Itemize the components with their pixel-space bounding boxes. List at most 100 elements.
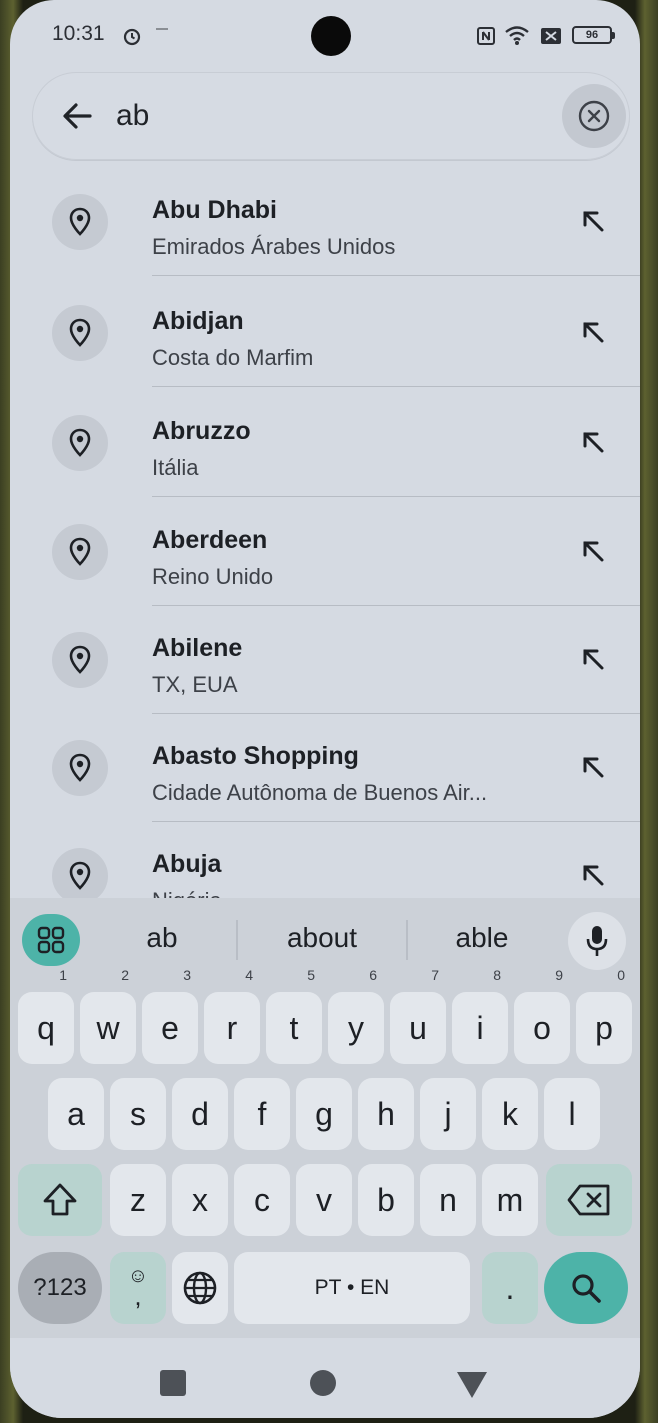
dash-icon — [156, 28, 168, 30]
fill-query-arrow-icon[interactable] — [578, 427, 608, 457]
key-v[interactable]: v — [296, 1164, 352, 1236]
period-key[interactable]: . — [482, 1252, 538, 1324]
place-subtitle: Emirados Árabes Unidos — [152, 234, 396, 259]
divider — [236, 920, 238, 960]
place-subtitle: Itália — [152, 455, 199, 480]
key-r[interactable]: r4 — [204, 968, 260, 1064]
close-circle-icon — [578, 100, 610, 132]
fill-query-arrow-icon[interactable] — [578, 206, 608, 236]
suggestion-word[interactable]: ab — [82, 922, 242, 954]
key-p[interactable]: p0 — [576, 968, 632, 1064]
symbols-key[interactable]: ?123 — [18, 1252, 102, 1324]
location-pin-icon — [52, 194, 108, 250]
location-pin-icon — [52, 740, 108, 796]
search-input[interactable] — [116, 94, 516, 138]
key-e[interactable]: e3 — [142, 968, 198, 1064]
list-item[interactable]: Abilene TX, EUA — [10, 606, 640, 714]
place-name: Abasto Shopping — [152, 742, 359, 770]
language-key[interactable] — [172, 1252, 228, 1324]
shift-key[interactable] — [18, 1164, 102, 1236]
microphone-icon — [586, 926, 608, 956]
location-pin-icon — [52, 415, 108, 471]
voice-input-button[interactable] — [568, 912, 626, 970]
search-submit-key[interactable] — [544, 1252, 628, 1324]
list-item[interactable]: Abuja Nigéria — [10, 822, 640, 900]
keyboard-apps-button[interactable] — [22, 914, 80, 966]
key-t[interactable]: t5 — [266, 968, 322, 1064]
list-item[interactable]: Abidjan Costa do Marfim — [10, 279, 640, 387]
location-pin-icon — [52, 632, 108, 688]
alarm-icon — [123, 28, 141, 46]
key-k[interactable]: k — [482, 1078, 538, 1150]
navigation-bar — [10, 1340, 640, 1418]
suggestion-bar: ab about able — [10, 898, 640, 984]
key-i[interactable]: i8 — [452, 968, 508, 1064]
key-b[interactable]: b — [358, 1164, 414, 1236]
place-subtitle: Costa do Marfim — [152, 345, 314, 370]
list-item[interactable]: Aberdeen Reino Unido — [10, 498, 640, 606]
signal-icon — [541, 28, 561, 44]
key-z[interactable]: z — [110, 1164, 166, 1236]
key-h[interactable]: h — [358, 1078, 414, 1150]
key-s[interactable]: s — [110, 1078, 166, 1150]
key-u[interactable]: u7 — [390, 968, 446, 1064]
place-name: Abu Dhabi — [152, 196, 277, 224]
arrow-left-icon[interactable] — [56, 94, 100, 138]
list-item[interactable]: Abruzzo Itália — [10, 389, 640, 497]
place-subtitle: TX, EUA — [152, 672, 238, 697]
key-o[interactable]: o9 — [514, 968, 570, 1064]
key-q[interactable]: q1 — [18, 968, 74, 1064]
list-item[interactable]: Abu Dhabi Emirados Árabes Unidos — [10, 168, 640, 276]
divider — [152, 386, 640, 387]
fill-query-arrow-icon[interactable] — [578, 317, 608, 347]
globe-icon — [183, 1271, 217, 1305]
place-name: Abidjan — [152, 307, 244, 335]
emoji-comma-key[interactable]: ☺ , — [110, 1252, 166, 1324]
key-d[interactable]: d — [172, 1078, 228, 1150]
key-g[interactable]: g — [296, 1078, 352, 1150]
backspace-icon — [567, 1184, 610, 1216]
home-circle-icon[interactable] — [310, 1370, 336, 1396]
fill-query-arrow-icon[interactable] — [578, 536, 608, 566]
fill-query-arrow-icon[interactable] — [578, 860, 608, 890]
key-a[interactable]: a — [48, 1078, 104, 1150]
location-pin-icon — [52, 524, 108, 580]
status-time: 10:31 — [52, 22, 105, 45]
location-pin-icon — [52, 305, 108, 361]
backspace-key[interactable] — [546, 1164, 632, 1236]
status-bar: 10:31 96 — [10, 0, 640, 70]
key-w[interactable]: w2 — [80, 968, 136, 1064]
key-m[interactable]: m — [482, 1164, 538, 1236]
fill-query-arrow-icon[interactable] — [578, 644, 608, 674]
place-name: Abruzzo — [152, 417, 251, 445]
key-c[interactable]: c — [234, 1164, 290, 1236]
battery-indicator: 96 — [572, 26, 615, 44]
key-x[interactable]: x — [172, 1164, 228, 1236]
key-l[interactable]: l — [544, 1078, 600, 1150]
key-j[interactable]: j — [420, 1078, 476, 1150]
list-item[interactable]: Abasto Shopping Cidade Autônoma de Bueno… — [10, 714, 640, 822]
suggestion-word[interactable]: about — [242, 922, 402, 954]
nfc-icon — [477, 27, 495, 45]
back-triangle-icon[interactable] — [457, 1372, 487, 1398]
wifi-icon — [505, 26, 529, 45]
key-n[interactable]: n — [420, 1164, 476, 1236]
keyboard: ab about able q1 w2 e3 r4 t5 y6 u7 i8 o9… — [10, 898, 640, 1338]
place-subtitle: Cidade Autônoma de Buenos Air... — [152, 780, 488, 805]
front-camera — [311, 16, 351, 56]
screen: 10:31 96 ab Abu Dhabi Emirados Árabes Un… — [10, 0, 640, 1418]
key-f[interactable]: f — [234, 1078, 290, 1150]
place-subtitle: Reino Unido — [152, 564, 274, 589]
divider — [152, 275, 640, 276]
grid-icon — [37, 926, 65, 954]
place-name: Abilene — [152, 634, 243, 662]
search-icon — [572, 1274, 601, 1303]
suggestion-word[interactable]: able — [402, 922, 562, 954]
space-key[interactable]: PT • EN — [234, 1252, 470, 1324]
place-name: Aberdeen — [152, 526, 268, 554]
fill-query-arrow-icon[interactable] — [578, 752, 608, 782]
key-y[interactable]: y6 — [328, 968, 384, 1064]
search-bar — [32, 72, 630, 160]
clear-search-button[interactable] — [562, 84, 626, 148]
recents-square-icon[interactable] — [160, 1370, 186, 1396]
